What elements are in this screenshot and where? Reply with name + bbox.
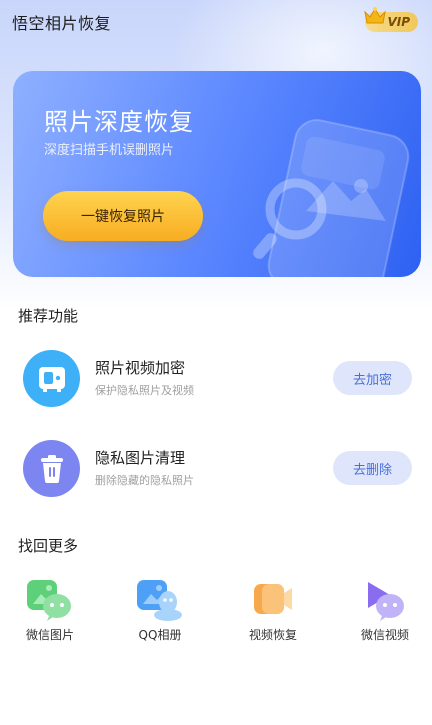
feature-subtitle: 删除隐藏的隐私照片 <box>95 474 194 487</box>
more-item-video-recovery[interactable]: 视频恢复 <box>228 578 318 643</box>
more-section-title: 找回更多 <box>18 537 79 555</box>
qq-album-icon <box>135 578 185 622</box>
more-item-label: 视频恢复 <box>248 628 297 642</box>
video-recovery-icon <box>248 578 298 622</box>
vip-badge[interactable]: VIP <box>364 7 418 32</box>
feature-subtitle: 保护隐私照片及视频 <box>95 384 194 397</box>
app-title: 悟空相片恢复 <box>12 14 112 33</box>
feature-title: 隐私图片清理 <box>95 449 186 467</box>
hero-card: 照片深度恢复 深度扫描手机误删照片 一键恢复照片 <box>13 71 421 277</box>
wechat-video-icon <box>360 578 410 622</box>
more-item-wechat-video[interactable]: 微信视频 <box>340 578 430 643</box>
hero-subtitle: 深度扫描手机误删照片 <box>44 143 175 158</box>
feature-title: 照片视频加密 <box>95 359 186 377</box>
more-item-label: 微信视频 <box>360 628 409 642</box>
safe-icon <box>23 350 80 407</box>
delete-button[interactable]: 去删除 <box>333 451 412 485</box>
more-item-label: QQ相册 <box>138 628 182 642</box>
crown-icon <box>364 7 387 24</box>
more-grid: 微信图片 QQ相册 视频恢复 微信视频 <box>0 578 432 648</box>
recommend-section-title: 推荐功能 <box>18 307 79 325</box>
vip-label: VIP <box>387 15 410 29</box>
recover-photos-button[interactable]: 一键恢复照片 <box>43 191 203 241</box>
phone-search-icon <box>253 119 410 277</box>
hero-title: 照片深度恢复 <box>44 108 194 136</box>
more-item-wechat-image[interactable]: 微信图片 <box>5 578 95 643</box>
header-bar: 悟空相片恢复 VIP <box>0 0 432 44</box>
more-item-label: 微信图片 <box>25 628 74 642</box>
feature-row-clean[interactable]: 隐私图片清理 删除隐藏的隐私照片 去删除 <box>0 435 432 505</box>
more-item-qq-album[interactable]: QQ相册 <box>115 578 205 643</box>
wechat-image-icon <box>25 578 75 622</box>
feature-row-encrypt[interactable]: 照片视频加密 保护隐私照片及视频 去加密 <box>0 345 432 415</box>
encrypt-button[interactable]: 去加密 <box>333 361 412 395</box>
trash-icon <box>23 440 80 497</box>
